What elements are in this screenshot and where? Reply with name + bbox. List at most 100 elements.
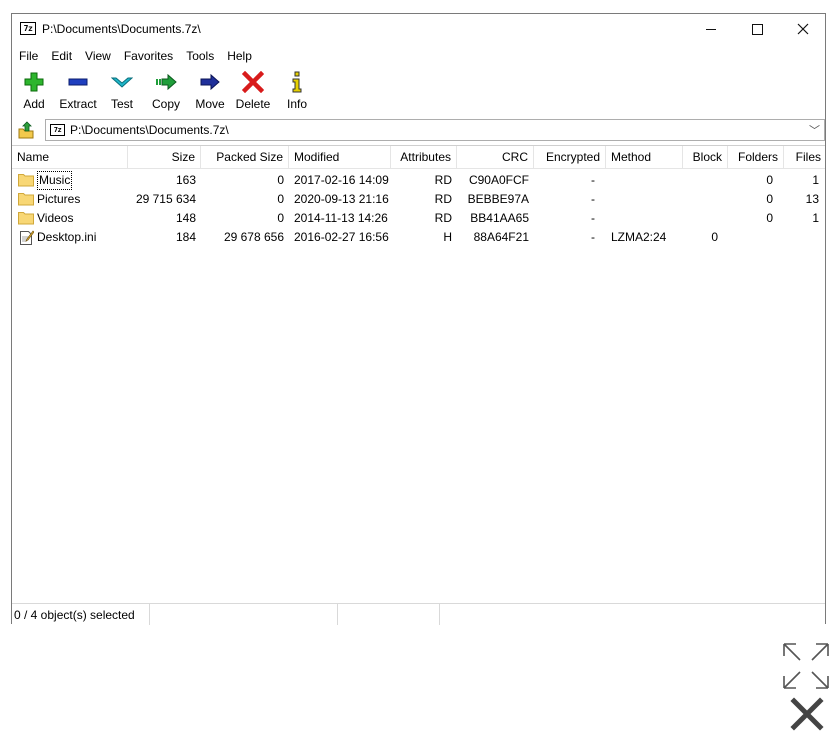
file-list[interactable]: Name Size Packed Size Modified Attribute… — [12, 145, 825, 601]
status-segment — [150, 604, 338, 625]
delete-label: Delete — [235, 97, 271, 111]
test-label: Test — [110, 97, 133, 111]
column-header-packed-size[interactable]: Packed Size — [201, 146, 289, 168]
files-cell — [784, 228, 824, 247]
menu-help[interactable]: Help — [220, 46, 258, 66]
menu-view[interactable]: View — [78, 46, 117, 66]
method-cell — [606, 171, 683, 190]
status-bar: 0 / 4 object(s) selected — [12, 603, 825, 625]
encrypted-cell: - — [591, 173, 595, 187]
column-header-files[interactable]: Files — [784, 146, 825, 168]
modified-cell: 2017-02-16 14:09 — [294, 173, 389, 187]
block-cell: 0 — [711, 230, 718, 244]
column-header-modified[interactable]: Modified — [289, 146, 391, 168]
method-cell — [606, 209, 683, 228]
column-header-crc[interactable]: CRC — [457, 146, 534, 168]
window-title: P:\Documents\Documents.7z\ — [42, 22, 201, 36]
archive-icon: 7z — [50, 124, 65, 136]
menu-edit[interactable]: Edit — [44, 46, 78, 66]
column-header-size[interactable]: Size — [128, 146, 201, 168]
size-cell: 163 — [175, 173, 196, 187]
move-button[interactable]: Move — [192, 68, 228, 114]
table-row[interactable]: Music 163 0 2017-02-16 14:09 RD C90A0FCF… — [12, 171, 825, 190]
crc-cell: C90A0FCF — [468, 173, 529, 187]
settings-file-icon — [20, 230, 34, 245]
file-name: Music — [37, 171, 73, 190]
copy-button[interactable]: Copy — [147, 68, 185, 114]
menu-tools[interactable]: Tools — [179, 46, 220, 66]
folders-cell: 0 — [766, 192, 773, 206]
attributes-cell: RD — [434, 173, 452, 187]
info-label: Info — [286, 97, 307, 111]
block-cell — [683, 171, 723, 190]
name-cell: Pictures — [12, 190, 128, 209]
files-cell: 1 — [812, 211, 819, 225]
info-button[interactable]: Info — [282, 68, 312, 114]
table-row[interactable]: Videos 148 0 2014-11-13 14:26 RD BB41AA6… — [12, 209, 825, 228]
status-segment — [440, 604, 540, 625]
menu-file[interactable]: File — [12, 46, 44, 66]
packed-size-cell: 0 — [277, 211, 284, 225]
file-name: Pictures — [37, 192, 81, 206]
column-header-block[interactable]: Block — [683, 146, 728, 168]
minimize-icon — [706, 28, 716, 30]
folders-cell: 0 — [766, 211, 773, 225]
column-header-row: Name Size Packed Size Modified Attribute… — [12, 146, 825, 169]
minimize-button[interactable] — [688, 14, 734, 44]
name-cell: Desktop.ini — [12, 228, 128, 247]
move-icon — [200, 73, 220, 91]
packed-size-cell: 0 — [277, 192, 284, 206]
attributes-cell: RD — [434, 211, 452, 225]
close-icon — [797, 23, 809, 35]
extract-label: Extract — [59, 97, 97, 111]
close-window-button[interactable] — [780, 14, 826, 44]
add-icon — [24, 72, 44, 92]
crc-cell: BB41AA65 — [470, 211, 529, 225]
column-header-name[interactable]: Name — [12, 146, 128, 168]
block-cell — [683, 209, 723, 228]
close-icon[interactable] — [789, 696, 825, 732]
maximize-button[interactable] — [734, 14, 780, 44]
name-cell: Music — [12, 171, 128, 190]
path-combobox[interactable]: 7z P:\Documents\Documents.7z\ ﹀ — [45, 119, 825, 141]
copy-label: Copy — [151, 97, 180, 111]
modified-cell: 2020-09-13 21:16 — [294, 192, 389, 206]
copy-icon — [156, 73, 177, 91]
packed-size-cell: 0 — [277, 173, 284, 187]
modified-cell: 2014-11-13 14:26 — [294, 211, 388, 225]
folder-up-icon[interactable] — [17, 121, 35, 139]
extract-button[interactable]: Extract — [54, 68, 102, 114]
modified-cell: 2016-02-27 16:56 — [294, 230, 389, 244]
folder-icon — [18, 174, 34, 187]
table-row[interactable]: Pictures 29 715 634 0 2020-09-13 21:16 R… — [12, 190, 825, 209]
crc-cell: BEBBE97A — [467, 192, 529, 206]
column-header-folders[interactable]: Folders — [728, 146, 784, 168]
column-header-encrypted[interactable]: Encrypted — [534, 146, 606, 168]
delete-button[interactable]: Delete — [234, 68, 272, 114]
crc-cell: 88A64F21 — [473, 230, 529, 244]
folder-icon — [18, 212, 34, 225]
extract-icon — [68, 78, 88, 86]
move-label: Move — [195, 97, 225, 111]
add-button[interactable]: Add — [16, 68, 52, 114]
test-icon — [111, 77, 133, 88]
menu-favorites[interactable]: Favorites — [117, 46, 179, 66]
chevron-down-icon[interactable]: ﹀ — [809, 122, 820, 138]
expand-arrows-icon[interactable] — [780, 640, 832, 692]
attributes-cell: RD — [434, 192, 452, 206]
column-header-method[interactable]: Method — [606, 146, 683, 168]
status-segment — [338, 604, 440, 625]
test-button[interactable]: Test — [106, 68, 138, 114]
maximize-icon — [751, 23, 763, 35]
menu-bar: File Edit View Favorites Tools Help — [12, 46, 258, 66]
title-bar[interactable]: 7z P:\Documents\Documents.7z\ — [12, 14, 825, 44]
folders-cell — [728, 228, 778, 247]
table-row[interactable]: Desktop.ini 184 29 678 656 2016-02-27 16… — [12, 228, 825, 247]
column-header-attributes[interactable]: Attributes — [391, 146, 457, 168]
block-cell — [683, 190, 723, 209]
encrypted-cell: - — [591, 211, 595, 225]
encrypted-cell: - — [591, 192, 595, 206]
packed-size-cell: 29 678 656 — [223, 230, 284, 244]
encrypted-cell: - — [591, 230, 595, 244]
name-cell: Videos — [12, 209, 128, 228]
